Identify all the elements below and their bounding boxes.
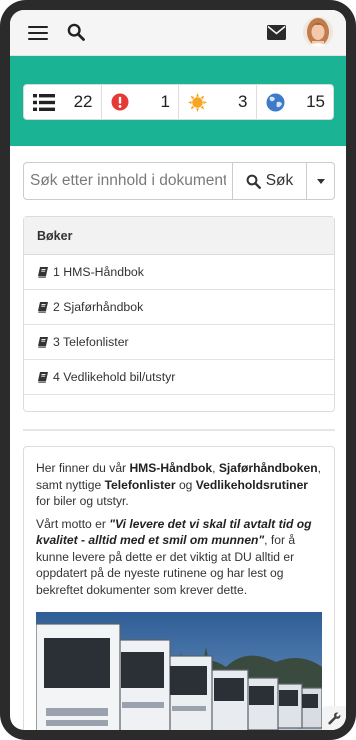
book-item-label: 1 HMS-Håndbok bbox=[53, 265, 144, 279]
search-input[interactable] bbox=[23, 162, 233, 200]
device-frame: 22 1 3 15 Søk etter innhold i dokumenter… bbox=[0, 0, 356, 740]
book-item-driver[interactable]: 2 Sjaførhåndbok bbox=[24, 290, 334, 325]
search-button[interactable]: Søk bbox=[233, 162, 307, 200]
stat-news-count: 3 bbox=[238, 92, 248, 111]
search-icon[interactable] bbox=[67, 23, 85, 41]
stat-alerts[interactable]: 1 bbox=[102, 85, 179, 119]
wrench-icon[interactable] bbox=[322, 706, 346, 730]
intro-paragraph: Her finner du vår HMS-Håndbok, Sjaførhån… bbox=[36, 461, 321, 508]
envelope-icon[interactable] bbox=[267, 25, 286, 40]
book-icon bbox=[38, 266, 48, 278]
stat-news[interactable]: 3 bbox=[179, 85, 257, 119]
stat-global[interactable]: 15 bbox=[257, 85, 334, 119]
book-item-maintenance[interactable]: 4 Vedlikehold bil/utstyr bbox=[24, 360, 334, 395]
search-options-dropdown[interactable] bbox=[307, 162, 335, 200]
book-icon bbox=[38, 371, 48, 383]
book-item-hms[interactable]: 1 HMS-Håndbok bbox=[24, 255, 334, 290]
stat-global-count: 15 bbox=[306, 92, 325, 111]
search-icon bbox=[246, 174, 261, 189]
book-icon bbox=[38, 336, 48, 348]
trucks-photo bbox=[36, 612, 322, 730]
book-icon bbox=[38, 301, 48, 313]
user-avatar[interactable] bbox=[303, 17, 333, 47]
books-panel-title: Bøker bbox=[24, 217, 334, 255]
info-card: Her finner du vår HMS-Håndbok, Sjaførhån… bbox=[23, 446, 335, 730]
list-icon bbox=[33, 93, 55, 111]
book-item-label: 3 Telefonlister bbox=[53, 335, 129, 349]
stat-documents[interactable]: 22 bbox=[24, 85, 102, 119]
globe-icon bbox=[266, 93, 284, 111]
book-item-label: 2 Sjaførhåndbok bbox=[53, 300, 144, 314]
document-search: Søk bbox=[23, 162, 335, 200]
books-panel: Bøker 1 HMS-Håndbok 2 Sjaførhåndbok 3 Te… bbox=[23, 216, 335, 412]
top-navbar bbox=[10, 10, 346, 56]
stat-alerts-count: 1 bbox=[160, 92, 170, 111]
stat-documents-count: 22 bbox=[73, 92, 93, 111]
exclamation-circle-icon bbox=[111, 93, 128, 111]
book-item-phone-lists[interactable]: 3 Telefonlister bbox=[24, 325, 334, 360]
book-list: 1 HMS-Håndbok 2 Sjaførhåndbok 3 Telefonl… bbox=[24, 255, 334, 395]
sun-icon bbox=[188, 92, 207, 112]
book-item-label: 4 Vedlikehold bil/utstyr bbox=[53, 370, 176, 384]
caret-down-icon bbox=[316, 178, 325, 184]
app-screen: 22 1 3 15 Søk etter innhold i dokumenter… bbox=[10, 10, 346, 730]
motto-paragraph: Vårt motto er "Vi levere det vi skal til… bbox=[36, 516, 312, 597]
stats-bar: 22 1 3 15 bbox=[23, 84, 334, 120]
section-divider bbox=[23, 429, 335, 431]
search-button-label: Søk bbox=[265, 172, 294, 189]
stats-band: 22 1 3 15 bbox=[10, 56, 346, 146]
hamburger-icon[interactable] bbox=[28, 26, 48, 40]
